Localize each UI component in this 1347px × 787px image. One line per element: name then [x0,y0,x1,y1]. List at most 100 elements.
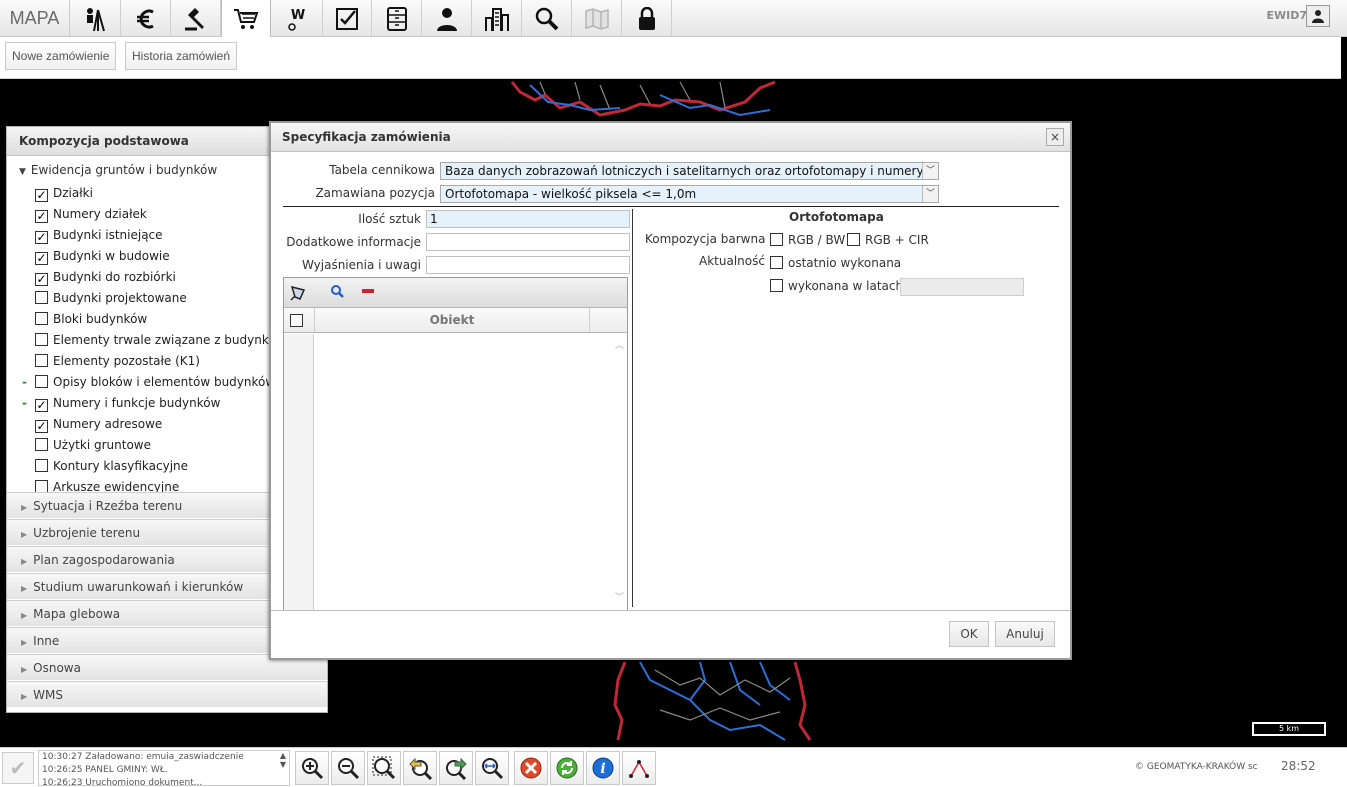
layer-checkbox[interactable]: ✓ [35,231,48,244]
layer-checkbox[interactable] [35,312,48,325]
layer-item[interactable]: Elementy trwale związane z budynkami [7,330,269,351]
layer-item[interactable]: ✓ Budynki w budowie [7,246,269,267]
price-table-select[interactable]: Baza danych zobrazowań lotniczych i sate… [440,162,939,180]
gavel-icon[interactable] [171,0,221,37]
order-history-button[interactable]: Historia zamówień [125,42,238,70]
layer-label: Użytki gruntowe [53,438,151,452]
dialog-titlebar[interactable]: Specyfikacja zamówienia × [271,123,1070,152]
layer-item[interactable]: ✓ Budynki do rozbiórki [7,267,269,288]
rgb-cir-option[interactable]: RGB + CIR [847,233,929,247]
clear-icon[interactable] [514,751,548,785]
layer-group[interactable]: ▼ Ewidencja gruntów i budynków [7,157,269,183]
notes-input[interactable] [426,256,630,274]
cancel-button[interactable]: Anuluj [995,621,1055,647]
layer-item[interactable]: Elementy pozostałe (K1) [7,351,269,372]
close-icon[interactable]: × [1046,128,1064,146]
chevron-up-icon[interactable]: ︿ [615,338,624,351]
layer-checkbox[interactable]: ✓ [35,252,48,265]
ordered-position-select[interactable]: Ortofotomapa - wielkość piksela <= 1,0m … [440,185,939,203]
magnifier-icon[interactable] [522,0,572,37]
new-order-button[interactable]: Nowe zamówienie [5,42,117,70]
chevron-down-icon[interactable]: ﹀ [922,186,938,202]
years-input[interactable] [900,278,1024,296]
layer-checkbox[interactable]: ✓ [35,210,48,223]
layer-tree[interactable]: ▼ Ewidencja gruntów i budynków ✓ Działki ✓ N… [7,157,269,492]
done-in-years-option[interactable]: wykonana w latach: [770,279,907,293]
layer-checkbox[interactable] [35,480,48,492]
layer-item[interactable]: Użytki gruntowe [7,435,269,456]
zoom-next-icon[interactable] [439,751,473,785]
map-icon[interactable] [572,0,622,37]
layer-section-label: Sytuacja i Rzeźba terenu [33,499,183,513]
rgb-bw-option[interactable]: RGB / BW [770,233,845,247]
triangle-down-icon[interactable]: ▼ [19,159,26,185]
layer-checkbox[interactable] [35,438,48,451]
layer-checkbox[interactable]: ✓ [35,189,48,202]
layer-item[interactable]: ✓ Numery adresowe [7,414,269,435]
cart-icon[interactable] [221,0,271,38]
layer-item[interactable]: ✓ Budynki istniejące [7,225,269,246]
layer-item[interactable]: Bloki budynków [7,309,269,330]
euro-icon[interactable] [121,0,171,37]
layer-checkbox[interactable] [35,459,48,472]
remove-icon[interactable] [359,284,377,302]
price-table-value: Baza danych zobrazowań lotniczych i sate… [445,164,939,178]
select-all-checkbox[interactable] [290,314,303,327]
triangle-right-icon: ▶ [21,530,28,539]
cabinet-icon[interactable] [372,0,422,37]
grid-scrollbar[interactable]: ︿ ﹀ [613,334,627,610]
quantity-input[interactable]: 1 [426,210,630,228]
grid-column-object[interactable]: Obiekt [314,308,590,332]
app-title[interactable]: MAPA [0,0,70,37]
person-icon[interactable] [422,0,472,37]
zoom-window-icon[interactable] [367,751,401,785]
layer-item[interactable]: Arkusze ewidencyjne [7,477,269,492]
layer-section[interactable]: ▶ WMS [7,681,327,707]
info-icon[interactable]: i [586,751,620,785]
log-scrollbar[interactable]: ▲ ▼ [277,751,289,785]
recently-done-option[interactable]: ostatnio wykonana [770,256,901,270]
layer-item[interactable]: Budynki projektowane [7,288,269,309]
copyright: © GEOMATYKA-KRAKÓW sc [1135,762,1258,772]
zoom-out-icon[interactable] [331,751,365,785]
zoom-in-icon[interactable] [295,751,329,785]
surveyor-icon[interactable] [71,0,121,37]
refresh-icon[interactable] [550,751,584,785]
extra-info-input[interactable] [426,233,630,251]
layer-item[interactable]: ✓ Działki [7,183,269,204]
layer-item[interactable]: ✓ Numery działek [7,204,269,225]
buildings-icon[interactable] [472,0,522,37]
zoom-extent-icon[interactable] [475,751,509,785]
event-log[interactable]: 10:30:27 Załadowano: emuia_zaswiadczenie… [38,750,290,786]
grid-body[interactable]: ︿ ﹀ [284,334,627,610]
recently-done-label: ostatnio wykonana [788,256,902,270]
draw-polygon-icon[interactable] [289,284,307,302]
search-icon[interactable] [328,284,346,302]
user-icon[interactable] [1306,5,1330,27]
layer-checkbox[interactable] [35,291,48,304]
layer-checkbox[interactable]: ✓ [35,273,48,286]
check-icon[interactable]: ✔ [2,752,34,784]
w-icon[interactable]: W [273,0,323,37]
layer-checkbox[interactable] [35,333,48,346]
layer-checkbox[interactable]: ✓ [35,399,48,412]
rgb-bw-checkbox[interactable] [770,233,783,246]
layer-section-label: Mapa glebowa [33,607,121,621]
measure-icon[interactable] [622,751,656,785]
layer-checkbox[interactable] [35,354,48,367]
layer-item[interactable]: Kontury klasyfikacyjne [7,456,269,477]
lock-icon[interactable] [622,0,672,37]
zoom-previous-icon[interactable] [403,751,437,785]
layer-checkbox[interactable]: ✓ [35,420,48,433]
recently-done-checkbox[interactable] [770,256,783,269]
chevron-down-icon[interactable]: ﹀ [922,163,938,179]
layer-item[interactable]: - Opisy bloków i elementów budynków [7,372,269,393]
done-in-years-checkbox[interactable] [770,279,783,292]
chevron-down-icon[interactable]: ﹀ [615,590,624,603]
layer-label: Budynki istniejące [53,228,163,242]
ok-button[interactable]: OK [949,621,989,647]
layer-checkbox[interactable] [35,375,48,388]
rgb-cir-checkbox[interactable] [847,233,860,246]
layer-item[interactable]: - ✓ Numery i funkcje budynków [7,393,269,414]
checklist-icon[interactable] [322,0,372,37]
